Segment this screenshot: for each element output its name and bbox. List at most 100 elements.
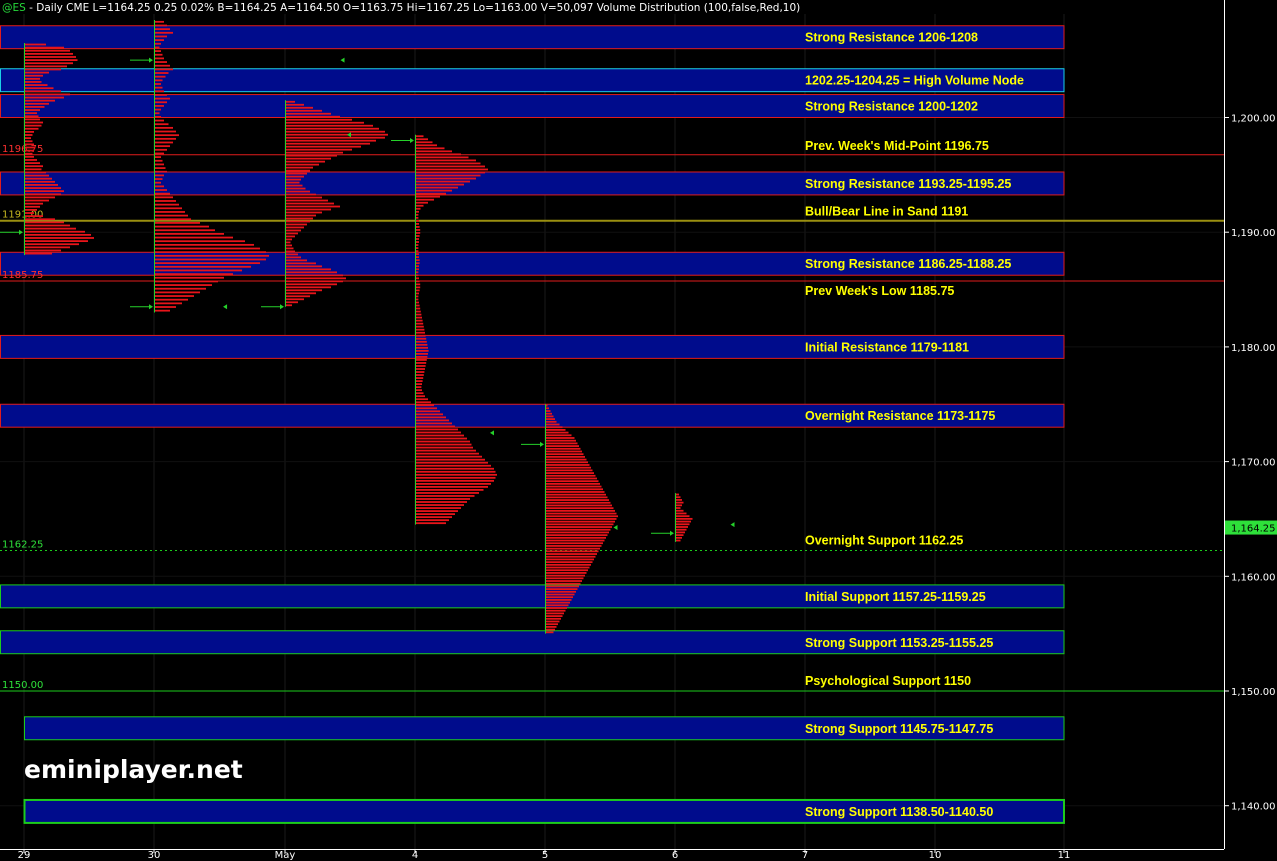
- profile-bar: [286, 157, 331, 160]
- profile-bar: [25, 249, 61, 252]
- date-tick-label: 11: [1058, 850, 1071, 861]
- profile-bar: [416, 407, 437, 410]
- profile-bar: [286, 184, 303, 187]
- profile-bar: [416, 174, 481, 177]
- profile-bar: [155, 214, 188, 217]
- price-tick-label: 1,200.00: [1231, 114, 1276, 125]
- profile-bar: [155, 50, 161, 52]
- profile-bar: [416, 319, 423, 322]
- profile-bar: [416, 198, 434, 201]
- chart-symbol: @ES: [2, 2, 26, 14]
- profile-bar: [416, 501, 467, 503]
- profile-bar: [546, 474, 596, 477]
- profile-bar: [416, 431, 461, 434]
- profile-bar: [416, 180, 470, 183]
- profile-bar: [155, 265, 251, 268]
- profile-bar: [416, 277, 419, 280]
- profile-bar: [25, 102, 49, 105]
- profile-bar: [416, 247, 419, 249]
- profile-bar: [155, 232, 224, 235]
- profile-bar: [546, 466, 591, 469]
- profile-bar: [286, 241, 291, 244]
- profile-bar: [676, 536, 682, 539]
- profile-bar: [416, 452, 479, 455]
- volume-profile-chart: 1196.751191.001185.751162.251150.00 Stro…: [0, 0, 1277, 861]
- profile-bar: [25, 205, 40, 208]
- profile-bar: [546, 485, 602, 488]
- profile-bar: [25, 112, 37, 115]
- profile-bar: [416, 440, 470, 443]
- profile-bar: [25, 134, 33, 136]
- profile-bar: [546, 509, 615, 512]
- profile-bar: [25, 115, 39, 118]
- profile-bar: [416, 507, 461, 509]
- profile-bar: [546, 434, 572, 437]
- profile-bar: [25, 49, 70, 52]
- zone-label: Overnight Resistance 1173-1175: [805, 409, 995, 423]
- profile-bar: [286, 196, 322, 199]
- profile-bar: [546, 496, 608, 499]
- profile-bar: [676, 509, 684, 512]
- date-tick-label: 10: [929, 850, 942, 861]
- profile-bar: [546, 582, 581, 585]
- profile-bar: [155, 108, 161, 111]
- profile-bar: [416, 383, 422, 386]
- profile-bar: [286, 121, 364, 124]
- profile-bar: [416, 295, 419, 298]
- profile-bar: [25, 137, 31, 140]
- profile-bar: [416, 232, 421, 234]
- profile-bar: [546, 404, 548, 407]
- profile-bar: [155, 280, 218, 283]
- profile-bar: [155, 185, 164, 188]
- profile-bar: [416, 147, 445, 150]
- profile-bar: [286, 109, 322, 112]
- profile-bar: [286, 265, 322, 268]
- profile-bar: [155, 174, 164, 177]
- profile-bar: [546, 426, 563, 429]
- profile-bar: [155, 192, 170, 195]
- profile-bar: [155, 126, 173, 129]
- profile-bar: [155, 236, 233, 239]
- profile-bar: [155, 302, 182, 305]
- profile-bar: [155, 295, 194, 297]
- profile-bar: [286, 100, 295, 103]
- profile-bar: [416, 365, 426, 367]
- profile-bar: [155, 276, 224, 279]
- profile-bar: [155, 203, 179, 206]
- profile-bar: [546, 518, 617, 520]
- profile-bar: [416, 479, 494, 482]
- profile-bar: [25, 99, 55, 102]
- profile-bar: [416, 419, 449, 422]
- level-label: Overnight Support 1162.25: [805, 533, 963, 547]
- profile-bar: [25, 68, 61, 71]
- profile-bar: [546, 534, 608, 537]
- profile-bar: [155, 35, 167, 38]
- profile-bar: [25, 56, 76, 58]
- zone-label: 1202.25-1204.25 = High Volume Node: [805, 74, 1024, 88]
- date-tick-label: 30: [148, 850, 161, 861]
- profile-bar: [25, 46, 64, 49]
- profile-bar: [25, 159, 37, 161]
- profile-bar: [416, 343, 428, 346]
- profile-bar: [416, 153, 461, 156]
- profile-bar: [546, 526, 612, 528]
- profile-bar: [286, 106, 313, 109]
- profile-bar: [25, 121, 43, 124]
- profile-bar: [25, 130, 34, 133]
- profile-bar: [416, 519, 449, 522]
- profile-bar: [286, 253, 298, 256]
- profile-bar: [416, 362, 427, 364]
- profile-bar: [416, 292, 419, 295]
- profile-bar: [546, 515, 618, 518]
- profile-bar: [546, 504, 612, 507]
- profile-bar: [416, 467, 494, 470]
- profile-bar: [25, 71, 49, 74]
- level-tag: 1162.25: [2, 539, 43, 550]
- profile-bar: [546, 539, 605, 542]
- level-tag: 1196.75: [2, 144, 43, 155]
- profile-bar: [25, 124, 42, 127]
- profile-bar: [416, 280, 420, 283]
- profile-bar: [155, 273, 233, 276]
- profile-bar: [546, 569, 588, 572]
- profile-bar: [286, 187, 306, 190]
